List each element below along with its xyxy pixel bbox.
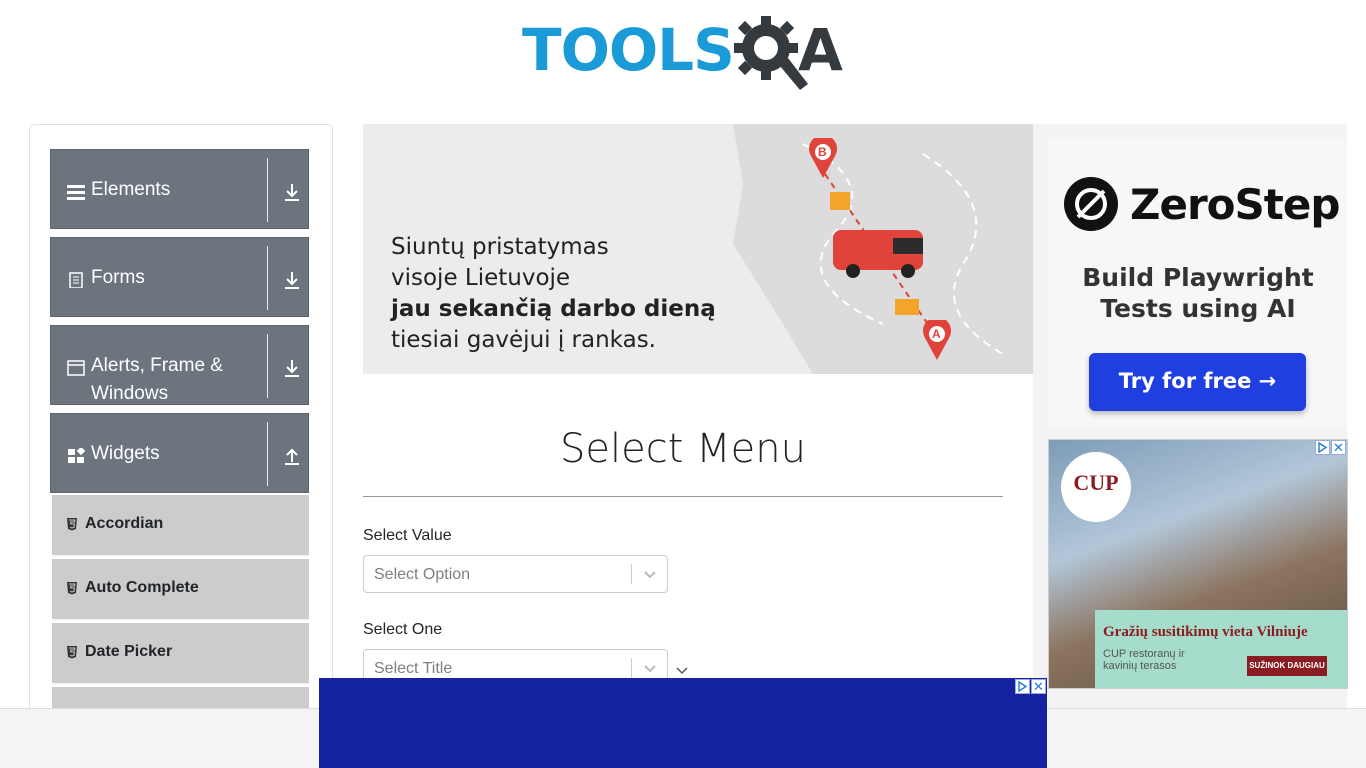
cup-headline: Gražių susitikimų vieta Vilniuje: [1103, 624, 1308, 640]
cup-logo: CUP: [1061, 452, 1131, 522]
divider: [267, 334, 268, 398]
sidebar-group-label: Forms: [91, 267, 145, 288]
banner-line-bold: jau sekančią darbo dieną: [391, 296, 716, 322]
sidebar-group-forms[interactable]: Forms: [50, 237, 309, 317]
close-ad-icon[interactable]: ✕: [1031, 679, 1046, 694]
sidebar-item-accordian[interactable]: Accordian: [52, 495, 309, 557]
title-divider: [363, 496, 1003, 497]
close-ad-icon[interactable]: ✕: [1331, 440, 1346, 455]
select-value-label: Select Value: [363, 527, 452, 544]
adchoices-icon[interactable]: [1015, 679, 1030, 694]
sidebar-group-widgets[interactable]: Widgets: [50, 413, 309, 493]
adchoices-icon[interactable]: [1315, 440, 1330, 455]
divider: [267, 422, 268, 486]
download-arrow-icon[interactable]: [283, 182, 301, 202]
cup-ad-panel: Gražių susitikimų vieta Vilniuje CUP res…: [1095, 610, 1347, 688]
zerostep-tagline: Build Playwright Tests using AI: [1048, 262, 1348, 324]
cup-ad[interactable]: CUP Gražių susitikimų vieta Vilniuje CUP…: [1048, 439, 1348, 689]
sidebar-item-auto-complete[interactable]: Auto Complete: [52, 559, 309, 621]
select-value-placeholder: Select Option: [374, 566, 471, 583]
banner-line: visoje Lietuvoje: [391, 265, 571, 291]
select-one-label: Select One: [363, 621, 443, 638]
pin-a-label: A: [932, 327, 941, 341]
logo-text-a: A: [798, 16, 843, 84]
bottom-banner-ad[interactable]: [319, 678, 1047, 768]
sidebar-item-label: Auto Complete: [85, 579, 199, 596]
sidebar-group-elements[interactable]: Elements: [50, 149, 309, 229]
sidebar-item-date-picker[interactable]: Date Picker: [52, 623, 309, 685]
chevron-down-icon[interactable]: [642, 566, 658, 582]
select-one-placeholder: Select Title: [374, 660, 453, 677]
select-value-dropdown[interactable]: Select Option: [363, 555, 668, 593]
upload-arrow-icon[interactable]: [283, 446, 301, 466]
sidebar-group-label: Alerts, Frame & Windows: [91, 355, 223, 404]
download-arrow-icon[interactable]: [283, 358, 301, 378]
zerostep-brand: ZeroStep: [1130, 180, 1340, 229]
cup-logo-text: CUP: [1073, 470, 1119, 495]
zerostep-tagline-line: Tests using AI: [1100, 294, 1296, 323]
divider: [267, 246, 268, 310]
hamburger-icon: [67, 185, 85, 200]
zerostep-logo-icon: [1064, 177, 1118, 231]
select-separator: [631, 564, 632, 584]
cup-cta-button[interactable]: SUŽINOK DAUGIAU: [1247, 656, 1327, 676]
chevron-down-icon[interactable]: [642, 660, 658, 676]
sidebar-group-label: Elements: [91, 179, 171, 200]
download-arrow-icon[interactable]: [283, 270, 301, 290]
sidebar: Elements Forms Alerts, Frame & Windows W…: [29, 124, 333, 724]
header: TOOLS A: [0, 0, 1366, 110]
banner-line: tiesiai gavėjui į rankas.: [391, 327, 656, 353]
html5-icon: [67, 582, 77, 595]
sidebar-group-alerts[interactable]: Alerts, Frame & Windows: [50, 325, 309, 405]
banner-line: Siuntų pristatymas: [391, 234, 609, 260]
window-icon: [67, 360, 85, 376]
sidebar-item-label: Date Picker: [85, 643, 173, 660]
cup-subtext: CUP restoranų ir kavinių terasos: [1103, 648, 1185, 672]
select-separator: [631, 658, 632, 678]
widgets-icon: [68, 448, 85, 463]
logo-text-tools: TOOLS: [522, 16, 735, 84]
sidebar-item-label: Accordian: [85, 515, 164, 532]
chevron-down-icon[interactable]: [674, 662, 690, 678]
sidebar-group-label: Widgets: [91, 443, 160, 464]
banner-text: Siuntų pristatymas visoje Lietuvoje jau …: [391, 232, 716, 356]
html5-icon: [67, 646, 77, 659]
page-title: Select Menu: [560, 426, 806, 472]
divider: [267, 158, 268, 222]
document-icon: [69, 272, 83, 288]
banner-ad[interactable]: B A Siuntų pristatymas visoje Lietuvoje …: [363, 124, 1033, 374]
zerostep-tagline-line: Build Playwright: [1082, 263, 1314, 292]
toolsqa-logo[interactable]: TOOLS A: [522, 14, 848, 92]
pin-b-label: B: [818, 145, 827, 159]
html5-icon: [67, 518, 77, 531]
try-for-free-button[interactable]: Try for free →: [1089, 353, 1306, 411]
